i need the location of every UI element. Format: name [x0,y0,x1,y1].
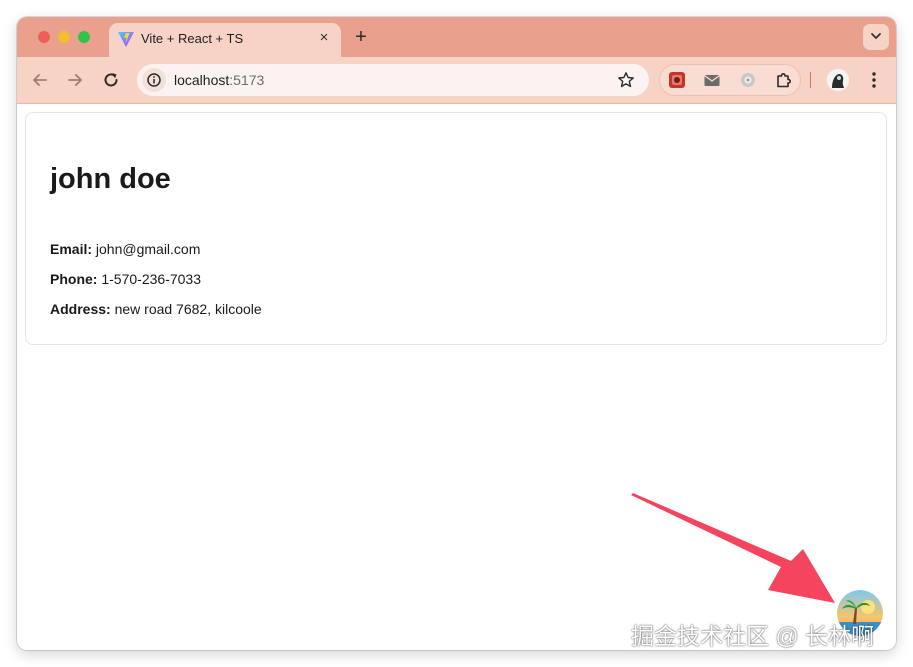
site-info-button[interactable] [142,68,166,92]
chevron-down-icon [871,33,881,40]
url-text[interactable]: localhost:5173 [174,72,264,88]
extensions-group [659,64,801,96]
user-card: john doe Email: john@gmail.com Phone: 1-… [25,112,887,345]
profile-picture-icon [827,69,849,91]
url-port: :5173 [229,72,265,88]
extension-gray-icon[interactable] [739,71,757,89]
puzzle-icon[interactable] [775,71,793,89]
address-label: Address: [50,301,111,317]
title-bar: Vite + React + TS × + [17,17,896,57]
tab-close-button[interactable]: × [315,29,333,47]
star-icon[interactable] [617,71,635,89]
vite-logo-icon [118,32,134,47]
back-arrow-icon[interactable] [30,70,50,90]
minimize-window-button[interactable] [58,31,70,43]
maximize-window-button[interactable] [78,31,90,43]
address-value: new road 7682, kilcoole [114,301,262,317]
annotation-arrow-icon [631,493,835,603]
email-row: Email: john@gmail.com [50,241,200,257]
address-row: Address: new road 7682, kilcoole [50,301,262,317]
url-host: localhost [174,72,230,88]
toolbar-separator [810,72,811,88]
forward-arrow-icon[interactable] [65,70,85,90]
extension-red-icon[interactable] [668,71,686,89]
info-icon [147,73,161,87]
phone-label: Phone: [50,271,98,287]
close-window-button[interactable] [38,31,50,43]
phone-value: 1-570-236-7033 [101,271,201,287]
browser-tab[interactable]: Vite + React + TS × [109,23,341,57]
browser-toolbar: localhost:5173 [17,57,896,104]
watermark-text: 掘金技术社区 @ 长林啊 [631,623,875,649]
email-value: john@gmail.com [95,241,201,257]
tab-search-button[interactable] [863,24,889,50]
phone-row: Phone: 1-570-236-7033 [50,271,201,287]
more-vertical-icon[interactable] [867,70,881,90]
profile-avatar[interactable] [827,69,849,91]
address-bar[interactable]: localhost:5173 [137,64,649,96]
user-name: john doe [50,163,171,195]
new-tab-button[interactable]: + [350,27,372,49]
reload-icon[interactable] [101,70,121,90]
email-label: Email: [50,241,93,257]
mail-icon[interactable] [703,71,721,89]
tab-title: Vite + React + TS [141,31,244,46]
